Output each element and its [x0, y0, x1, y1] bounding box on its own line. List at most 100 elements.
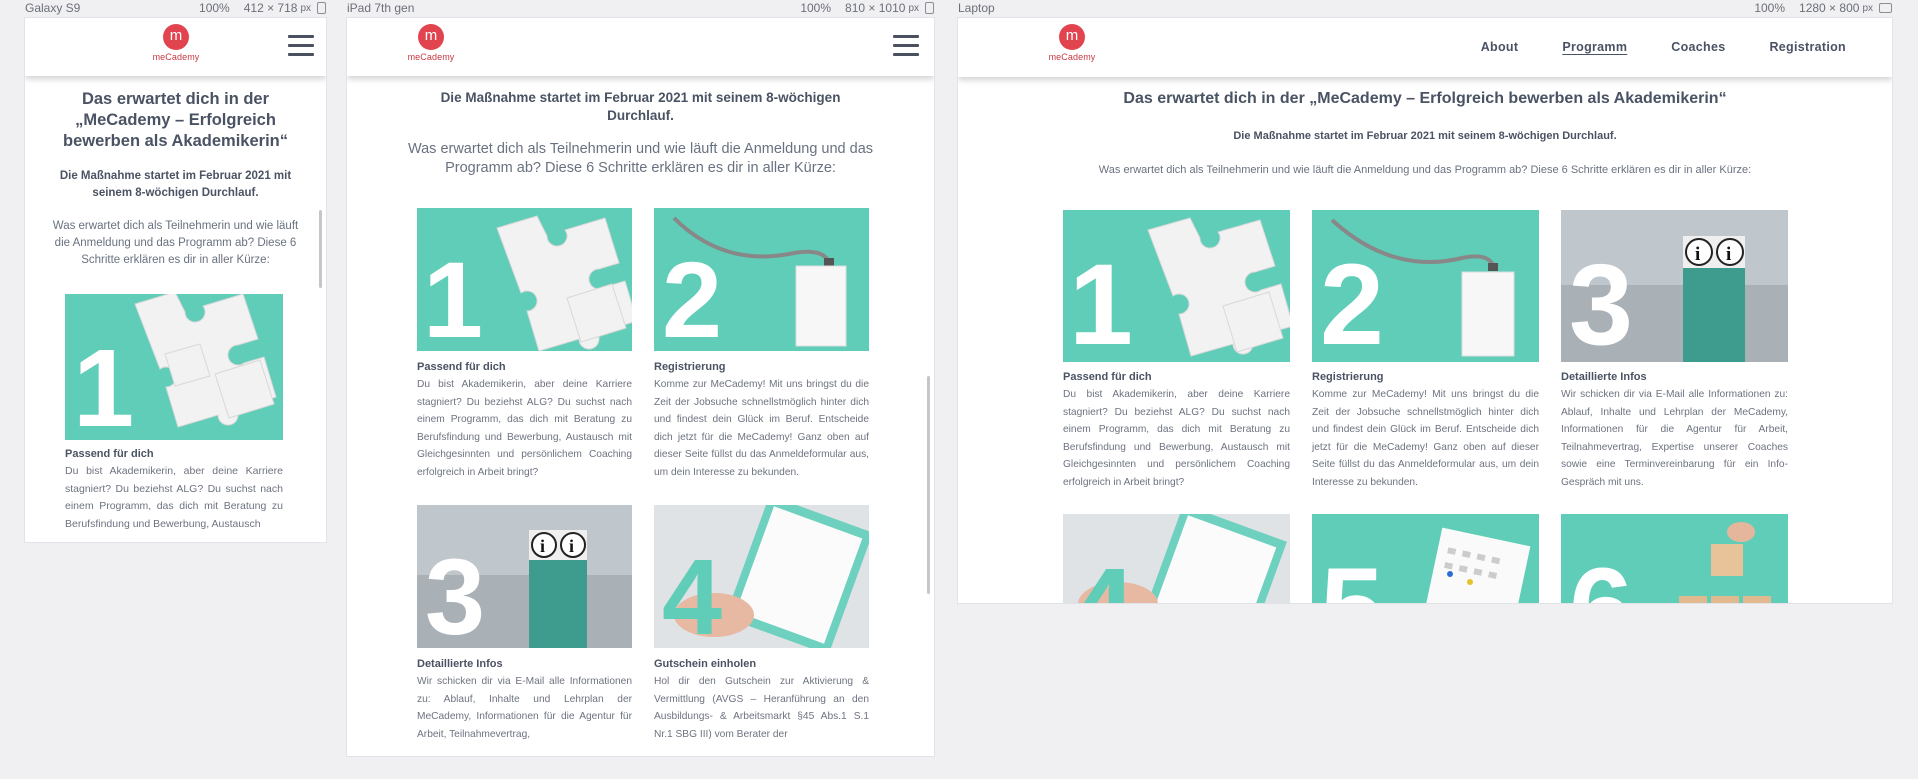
- puzzle-image: 1: [417, 208, 632, 351]
- logo-mark: m: [163, 24, 189, 50]
- step-number: 5: [1320, 552, 1384, 604]
- device-unit: px: [908, 2, 919, 14]
- logo-text: meCademy: [1048, 52, 1096, 62]
- step-title: Registrierung: [654, 361, 726, 373]
- step-text: Du bist Akademikerin, aber deine Karrier…: [65, 465, 283, 530]
- logo[interactable]: m meCademy: [1042, 24, 1102, 62]
- clipboard-image: 4: [1063, 514, 1290, 603]
- page-subtitle: Die Maßnahme startet im Februar 2021 mit…: [59, 170, 292, 199]
- rotate-device-icon[interactable]: [1879, 3, 1892, 13]
- step-text: Du bist Akademikerin, aber deine Karrier…: [417, 379, 632, 478]
- page-title: Das erwartet dich in der „MeCademy – Erf…: [1123, 90, 1727, 107]
- puzzle-image: 1: [65, 294, 283, 440]
- device-bar-laptop: Laptop 100% 1280 × 800 px: [958, 0, 1892, 16]
- calendar-image: 5: [1312, 514, 1539, 603]
- scrollbar[interactable]: [927, 376, 930, 594]
- info-image: i i 3: [417, 505, 632, 648]
- clipboard-image: 4: [654, 505, 869, 648]
- logo-mark: m: [1059, 24, 1085, 50]
- nav-programm[interactable]: Programm: [1562, 40, 1627, 54]
- step-card: 2 Registrierung Komme zur MeCademy! Mit …: [654, 208, 869, 481]
- svg-text:i: i: [1726, 244, 1731, 265]
- nav-coaches[interactable]: Coaches: [1671, 40, 1725, 54]
- logo[interactable]: m meCademy: [146, 24, 206, 62]
- badge-image: 2: [654, 208, 869, 351]
- logo[interactable]: m meCademy: [401, 24, 461, 62]
- page-intro: Was erwartet dich als Teilnehmerin und w…: [1098, 164, 1752, 176]
- step-card: 1 Passend für dich Du bist Akademikerin,…: [1063, 210, 1290, 491]
- step-title: Registrierung: [1312, 371, 1384, 383]
- step-text: Du bist Akademikerin, aber deine Karrier…: [1063, 389, 1290, 488]
- step-number: 1: [1069, 241, 1133, 363]
- step-number: 3: [425, 536, 486, 649]
- step-number: 2: [662, 239, 723, 352]
- step-card: 4 Gutschein einholen Hol dir den Gutsche…: [654, 505, 869, 743]
- step-title: Detaillierte Infos: [417, 658, 503, 670]
- hamburger-menu-icon[interactable]: [893, 35, 919, 56]
- step-number: 1: [73, 327, 135, 441]
- step-card: 1 Passend für dich Du bist Akademikerin,…: [417, 208, 632, 481]
- main-nav: About Programm Coaches Registration: [1481, 18, 1846, 76]
- rotate-device-icon[interactable]: [925, 2, 934, 14]
- step-number: 6: [1569, 552, 1633, 604]
- logo-text: meCademy: [152, 52, 200, 62]
- step-title: Passend für dich: [417, 361, 506, 373]
- step-number: 4: [662, 536, 723, 649]
- step-title: Passend für dich: [65, 448, 154, 460]
- device-zoom[interactable]: 100%: [800, 1, 831, 15]
- info-image: i i 3: [1561, 210, 1788, 362]
- ipad-viewport: m meCademy Die Maßnahme startet im Febru…: [347, 18, 934, 756]
- device-zoom[interactable]: 100%: [199, 1, 230, 15]
- device-name: Laptop: [958, 1, 995, 15]
- site-header: m meCademy About Programm Coaches Regist…: [958, 18, 1892, 77]
- device-name: iPad 7th gen: [347, 1, 415, 15]
- step-text: Wir schicken dir via E-Mail alle Informa…: [417, 676, 632, 740]
- page-subtitle: Die Maßnahme startet im Februar 2021 mit…: [1233, 130, 1617, 142]
- page-subtitle: Die Maßnahme startet im Februar 2021 mit…: [440, 90, 841, 123]
- page-title: Das erwartet dich in der „MeCademy – Erf…: [63, 90, 288, 150]
- logo-text: meCademy: [407, 52, 455, 62]
- galaxy-s9-viewport: m meCademy Das erwartet dich in der „MeC…: [25, 18, 326, 542]
- device-bar-ipad: iPad 7th gen 100% 810 × 1010 px: [347, 0, 934, 16]
- step-card: i i 3 Detaillierte Infos Wir schicken di…: [1561, 210, 1788, 491]
- device-size: 412 × 718: [243, 1, 298, 15]
- step-text: Hol dir den Gutschein zur Aktivierung & …: [654, 676, 869, 740]
- step-number: 1: [423, 239, 484, 352]
- step-card: i i 3 Detaillierte Infos Wir schicken di…: [417, 505, 632, 743]
- laptop-viewport: m meCademy About Programm Coaches Regist…: [958, 18, 1892, 603]
- nav-about[interactable]: About: [1481, 40, 1519, 54]
- blocks-image: 6: [1561, 514, 1788, 603]
- rotate-device-icon[interactable]: [317, 2, 326, 14]
- svg-text:i: i: [540, 536, 545, 556]
- svg-text:i: i: [569, 536, 574, 556]
- step-text: Komme zur MeCademy! Mit uns bringst du d…: [654, 379, 869, 478]
- step-title: Gutschein einholen: [654, 658, 757, 670]
- badge-image: 2: [1312, 210, 1539, 362]
- step-title: Passend für dich: [1063, 371, 1152, 383]
- step-number: 2: [1320, 241, 1384, 363]
- device-size: 810 × 1010: [845, 1, 906, 15]
- device-name: Galaxy S9: [25, 1, 81, 15]
- step-text: Komme zur MeCademy! Mit uns bringst du d…: [1312, 389, 1539, 488]
- site-header: m meCademy: [25, 18, 326, 76]
- scrollbar[interactable]: [319, 210, 322, 288]
- svg-text:i: i: [1695, 244, 1700, 265]
- device-size: 1280 × 800: [1799, 1, 1860, 15]
- step-title: Detaillierte Infos: [1561, 371, 1647, 383]
- hamburger-menu-icon[interactable]: [288, 35, 314, 56]
- page-intro: Was erwartet dich als Teilnehmerin und w…: [52, 220, 299, 266]
- step-number: 3: [1569, 241, 1633, 363]
- device-zoom[interactable]: 100%: [1754, 1, 1785, 15]
- step-number: 4: [1071, 552, 1135, 604]
- logo-mark: m: [418, 24, 444, 50]
- step-card: 2 Registrierung Komme zur MeCademy! Mit …: [1312, 210, 1539, 491]
- device-bar-galaxy: Galaxy S9 100% 412 × 718 px: [25, 0, 326, 16]
- puzzle-image: 1: [1063, 210, 1290, 362]
- nav-registration[interactable]: Registration: [1769, 40, 1846, 54]
- page-intro: Was erwartet dich als Teilnehmerin und w…: [407, 141, 874, 176]
- step-card: 1 Passend für dich Du bist Akademikerin,…: [49, 294, 302, 533]
- device-unit: px: [300, 2, 311, 14]
- step-text: Wir schicken dir via E-Mail alle Informa…: [1561, 389, 1788, 488]
- device-unit: px: [1862, 2, 1873, 14]
- site-header: m meCademy: [347, 18, 934, 76]
